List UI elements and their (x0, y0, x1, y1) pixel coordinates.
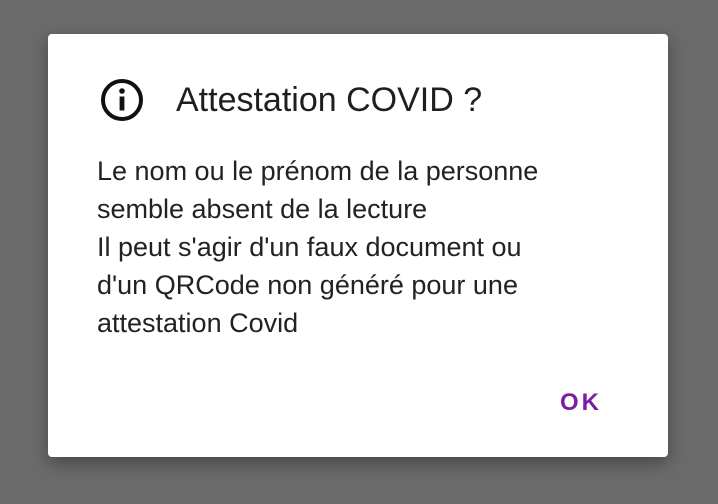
info-circle-icon (101, 79, 143, 121)
dialog-header: Attestation COVID ? (100, 78, 482, 122)
message-line: Il peut s'agir d'un faux document ou (97, 232, 522, 262)
message-line: attestation Covid (97, 308, 299, 338)
dialog-title: Attestation COVID ? (176, 81, 483, 119)
message-line: Le nom ou le prénom de la personne (97, 156, 539, 186)
dialog-actions: OK (560, 385, 602, 421)
dialog-message: Le nom ou le prénom de la personne sembl… (97, 152, 637, 342)
alert-dialog: Attestation COVID ? Le nom ou le prénom … (48, 34, 668, 457)
ok-button[interactable]: OK (560, 385, 602, 421)
message-line: semble absent de la lecture (97, 194, 428, 224)
message-line: d'un QRCode non généré pour une (97, 270, 518, 300)
